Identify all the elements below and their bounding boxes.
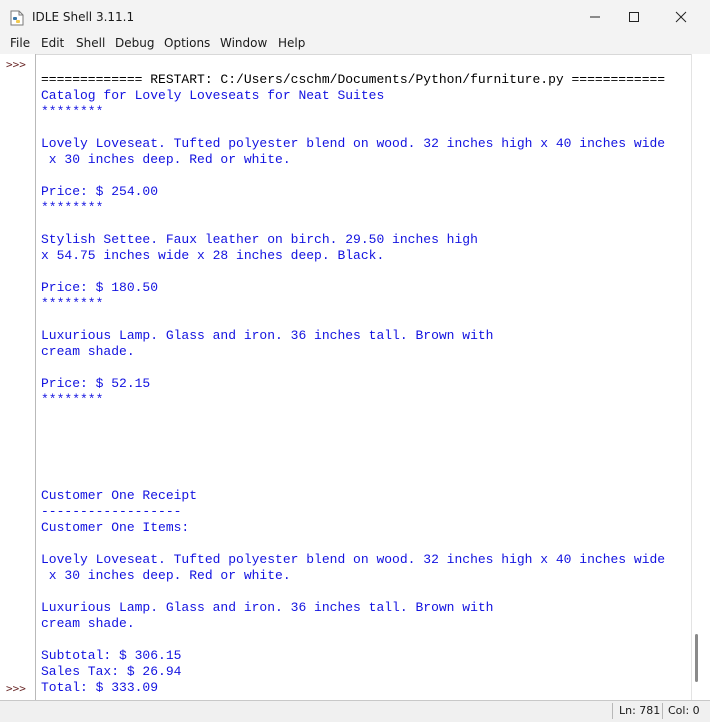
output-line: x 30 inches deep. Red or white. <box>41 568 291 583</box>
output-line: Customer One Receipt <box>41 488 198 503</box>
close-button[interactable] <box>658 0 704 34</box>
output-line: Luxurious Lamp. Glass and iron. 36 inche… <box>41 600 494 615</box>
vertical-scrollbar[interactable] <box>691 54 710 700</box>
output-line: ******** <box>41 200 104 215</box>
status-column-number: Col: 0 <box>668 704 700 717</box>
output-line: Sales Tax: $ 26.94 <box>41 664 182 679</box>
menu-options[interactable]: Options <box>164 36 210 50</box>
output-line: ******** <box>41 104 104 119</box>
close-icon <box>675 11 687 23</box>
output-line: Customer One Items: <box>41 520 190 535</box>
output-line: Stylish Settee. Faux leather on birch. 2… <box>41 232 478 247</box>
menu-help[interactable]: Help <box>278 36 305 50</box>
restart-line: ============= RESTART: C:/Users/cschm/Do… <box>41 72 666 87</box>
menu-file[interactable]: File <box>10 36 30 50</box>
idle-python-icon <box>10 10 24 26</box>
output-line: ******** <box>41 392 104 407</box>
output-line: cream shade. <box>41 344 135 359</box>
output-line: Luxurious Lamp. Glass and iron. 36 inche… <box>41 328 494 343</box>
status-line-number: Ln: 781 <box>619 704 661 717</box>
maximize-icon <box>629 12 639 22</box>
output-line: Total: $ 333.09 <box>41 680 159 695</box>
shell-prompt-top: >>> <box>6 58 26 71</box>
output-line: Lovely Loveseat. Tufted polyester blend … <box>41 136 666 151</box>
output-line: Lovely Loveseat. Tufted polyester blend … <box>41 552 666 567</box>
shell-prompt-bottom: >>> <box>6 682 26 695</box>
output-line: cream shade. <box>41 616 135 631</box>
output-line: Subtotal: $ 306.15 <box>41 648 182 663</box>
scrollbar-thumb[interactable] <box>695 634 698 682</box>
status-bar: Ln: 781 Col: 0 <box>0 700 710 722</box>
output-line: Price: $ 180.50 <box>41 280 159 295</box>
output-line: ------------------ <box>41 504 182 519</box>
output-line: ******** <box>41 296 104 311</box>
menu-window[interactable]: Window <box>220 36 267 50</box>
minimize-icon <box>590 16 600 18</box>
output-line: Catalog for Lovely Loveseats for Neat Su… <box>41 88 385 103</box>
window-title: IDLE Shell 3.11.1 <box>32 10 135 24</box>
menu-edit[interactable]: Edit <box>41 36 64 50</box>
prompt-gutter: >>> >>> <box>0 54 36 700</box>
menu-shell[interactable]: Shell <box>76 36 105 50</box>
menu-debug[interactable]: Debug <box>115 36 154 50</box>
status-separator <box>662 703 663 719</box>
idle-shell-window: IDLE Shell 3.11.1 File Edit Shell Debug … <box>0 0 710 722</box>
title-bar[interactable]: IDLE Shell 3.11.1 <box>0 0 710 34</box>
menu-bar: File Edit Shell Debug Options Window Hel… <box>0 34 710 54</box>
status-separator <box>612 703 613 719</box>
output-line: x 30 inches deep. Red or white. <box>41 152 291 167</box>
output-line: x 54.75 inches wide x 28 inches deep. Bl… <box>41 248 385 263</box>
output-line: Price: $ 254.00 <box>41 184 159 199</box>
maximize-button[interactable] <box>611 0 657 34</box>
shell-output-area[interactable]: ============= RESTART: C:/Users/cschm/Do… <box>36 54 691 701</box>
output-line: Price: $ 52.15 <box>41 376 151 391</box>
